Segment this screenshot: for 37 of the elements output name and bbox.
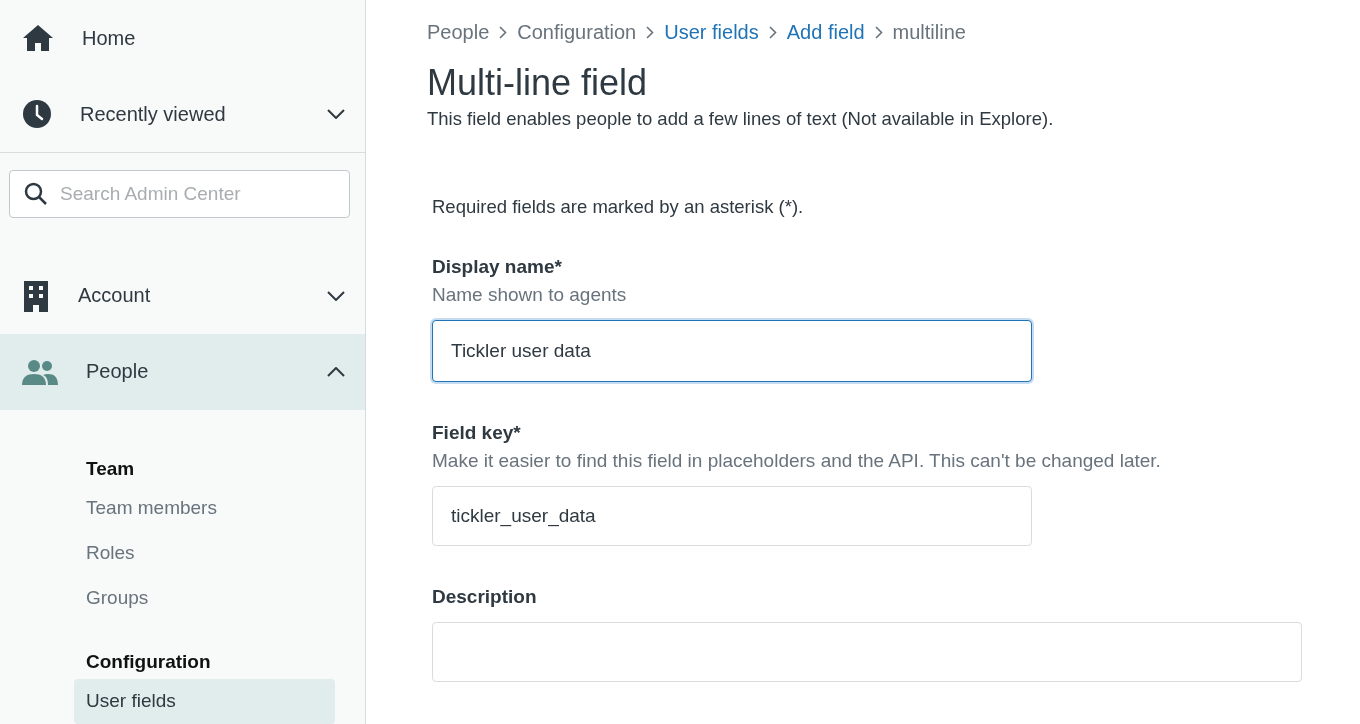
sidebar-item[interactable]: Team members: [74, 485, 335, 531]
breadcrumb-link[interactable]: Add field: [786, 20, 865, 44]
chevron-right-icon: [646, 25, 655, 39]
chevron-right-icon: [499, 25, 508, 39]
nav-item[interactable]: People: [0, 333, 365, 410]
chevron-right-icon: [874, 25, 883, 39]
search-input[interactable]: Search Admin Center: [58, 181, 335, 206]
input-field[interactable]: tickler_user_data: [432, 486, 1032, 546]
input-field[interactable]: Tickler user data: [432, 320, 1032, 382]
breadcrumb-text: People: [427, 20, 490, 44]
sidebar-item[interactable]: Groups: [74, 575, 335, 621]
section-heading: Team: [85, 456, 136, 481]
required-note: Required fields are marked by an asterisk (*).: [432, 196, 805, 218]
building-icon: [22, 279, 50, 312]
chevron-right-icon: [768, 25, 777, 39]
sidebar-item[interactable]: User fields: [74, 678, 335, 724]
home-icon: [22, 24, 54, 53]
field-label: Field key*: [432, 422, 522, 444]
sidebar-item[interactable]: Roles: [74, 530, 335, 576]
field-label: Display name*: [432, 256, 563, 278]
section-heading: Configuration: [85, 649, 212, 674]
people-icon: [22, 358, 58, 385]
nav-item[interactable]: Recently viewed: [0, 76, 365, 153]
nav-item[interactable]: Home: [0, 0, 365, 77]
field-hint: Name shown to agents: [432, 284, 628, 306]
field-label: Description: [432, 586, 538, 608]
field-hint: Make it easier to find this field in placeholders and the API. This can't be changed later.: [432, 450, 1162, 472]
clock-icon: [22, 99, 52, 130]
breadcrumb-link[interactable]: User fields: [664, 20, 759, 44]
breadcrumb-text: Configuration: [517, 20, 637, 44]
search-icon: [24, 181, 48, 206]
page-title: Multi-line field: [427, 62, 649, 104]
textarea-field[interactable]: [432, 622, 1302, 682]
nav-item[interactable]: Account: [0, 257, 365, 334]
search-field[interactable]: Search Admin Center: [9, 170, 350, 218]
page-description: This field enables people to add a few lines of text (Not available in Explore).: [427, 108, 1055, 130]
breadcrumb-text: multiline: [892, 20, 966, 44]
